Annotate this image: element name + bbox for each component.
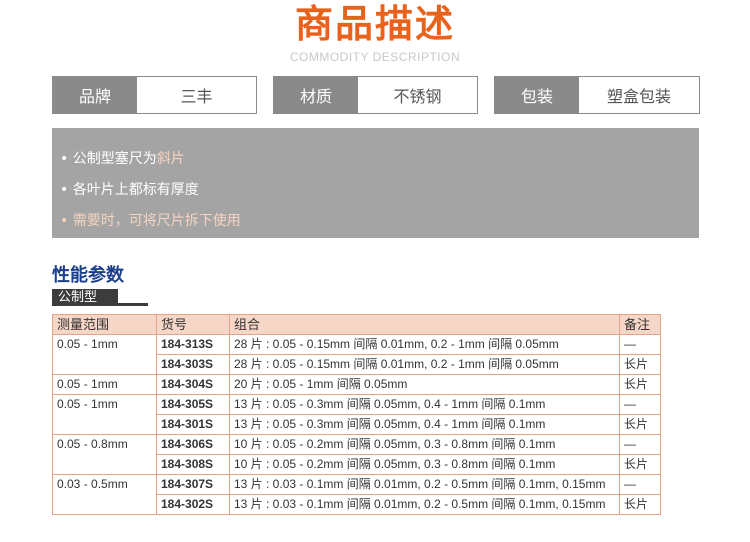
model-cell: 184-302S (156, 494, 230, 515)
page-title: 商品描述 (294, 2, 455, 46)
section-tag: 公制型 (52, 289, 118, 306)
combo-cell: 13 片 : 0.03 - 0.1mm 间隔 0.01mm, 0.2 - 0.5… (229, 494, 620, 515)
feature-highlight: 斜片 (156, 151, 185, 167)
model-cell: 184-304S (156, 374, 230, 395)
table-row: 0.05 - 0.8mm 184-306S 10 片 : 0.05 - 0.2m… (52, 434, 661, 475)
table-row: 0.03 - 0.5mm 184-307S 13 片 : 0.03 - 0.1m… (52, 474, 661, 515)
spec-brand: 品牌 三丰 (52, 76, 257, 114)
feature-panel: • 公制型塞尺为斜片 • 各叶片上都标有厚度 • 需要时，可将尺片拆下使用 (52, 128, 699, 238)
note-cell: — (619, 474, 661, 495)
note-cell: 长片 (619, 414, 661, 435)
spec-packaging-value: 塑盒包装 (579, 77, 699, 113)
section-title: 性能参数 (52, 265, 124, 286)
combo-cell: 28 片 : 0.05 - 0.15mm 间隔 0.01mm, 0.2 - 1m… (229, 354, 620, 375)
page-subtitle: COMMODITY DESCRIPTION (289, 50, 461, 64)
feature-text: • 公制型塞尺为 (60, 151, 157, 167)
model-cell: 184-301S (156, 414, 230, 435)
combo-cell: 28 片 : 0.05 - 0.15mm 间隔 0.01mm, 0.2 - 1m… (229, 334, 620, 355)
note-cell: — (619, 434, 661, 455)
model-cell: 184-303S (156, 354, 230, 375)
note-cell: 长片 (619, 454, 661, 475)
header-model: 货号 (156, 314, 230, 335)
range-cell: 0.05 - 0.8mm (52, 434, 157, 475)
feature-item: • 需要时，可将尺片拆下使用 (60, 213, 241, 229)
spec-packaging-key: 包装 (495, 77, 579, 113)
table-header-row: 测量范围 货号 组合 备注 (52, 314, 661, 335)
model-cell: 184-307S (156, 474, 230, 495)
spec-packaging: 包装 塑盒包装 (494, 76, 700, 114)
spec-table: 测量范围 货号 组合 备注 0.05 - 1mm 184-313S 28 片 :… (52, 314, 661, 515)
feature-item: • 公制型塞尺为斜片 (60, 148, 185, 168)
note-cell: 长片 (619, 374, 661, 395)
combo-cell: 20 片 : 0.05 - 1mm 间隔 0.05mm (229, 374, 620, 395)
spec-material-key: 材质 (274, 77, 358, 113)
model-cell: 184-305S (156, 394, 230, 415)
combo-cell: 13 片 : 0.03 - 0.1mm 间隔 0.01mm, 0.2 - 0.5… (229, 474, 620, 495)
spec-material-value: 不锈钢 (358, 77, 477, 113)
range-cell: 0.05 - 1mm (52, 394, 157, 435)
feature-item: • 各叶片上都标有厚度 (60, 182, 199, 198)
note-cell: 长片 (619, 354, 661, 375)
combo-cell: 13 片 : 0.05 - 0.3mm 间隔 0.05mm, 0.4 - 1mm… (229, 394, 620, 415)
range-cell: 0.05 - 1mm (52, 374, 157, 395)
tag-underline (118, 303, 148, 306)
note-cell: 长片 (619, 494, 661, 515)
header-combo: 组合 (229, 314, 620, 335)
range-cell: 0.05 - 1mm (52, 334, 157, 375)
spec-brand-value: 三丰 (137, 77, 256, 113)
header-range: 测量范围 (52, 314, 157, 335)
combo-cell: 13 片 : 0.05 - 0.3mm 间隔 0.05mm, 0.4 - 1mm… (229, 414, 620, 435)
table-row: 0.05 - 1mm 184-305S 13 片 : 0.05 - 0.3mm … (52, 394, 661, 435)
range-cell: 0.03 - 0.5mm (52, 474, 157, 515)
combo-cell: 10 片 : 0.05 - 0.2mm 间隔 0.05mm, 0.3 - 0.8… (229, 434, 620, 455)
header-note: 备注 (619, 314, 661, 335)
note-cell: — (619, 394, 661, 415)
model-cell: 184-306S (156, 434, 230, 455)
table-row: 0.05 - 1mm 184-304S 20 片 : 0.05 - 1mm 间隔… (52, 374, 661, 395)
model-cell: 184-313S (156, 334, 230, 355)
spec-brand-key: 品牌 (53, 77, 137, 113)
spec-material: 材质 不锈钢 (273, 76, 478, 114)
combo-cell: 10 片 : 0.05 - 0.2mm 间隔 0.05mm, 0.3 - 0.8… (229, 454, 620, 475)
note-cell: — (619, 334, 661, 355)
table-row: 0.05 - 1mm 184-313S 28 片 : 0.05 - 0.15mm… (52, 334, 661, 375)
model-cell: 184-308S (156, 454, 230, 475)
